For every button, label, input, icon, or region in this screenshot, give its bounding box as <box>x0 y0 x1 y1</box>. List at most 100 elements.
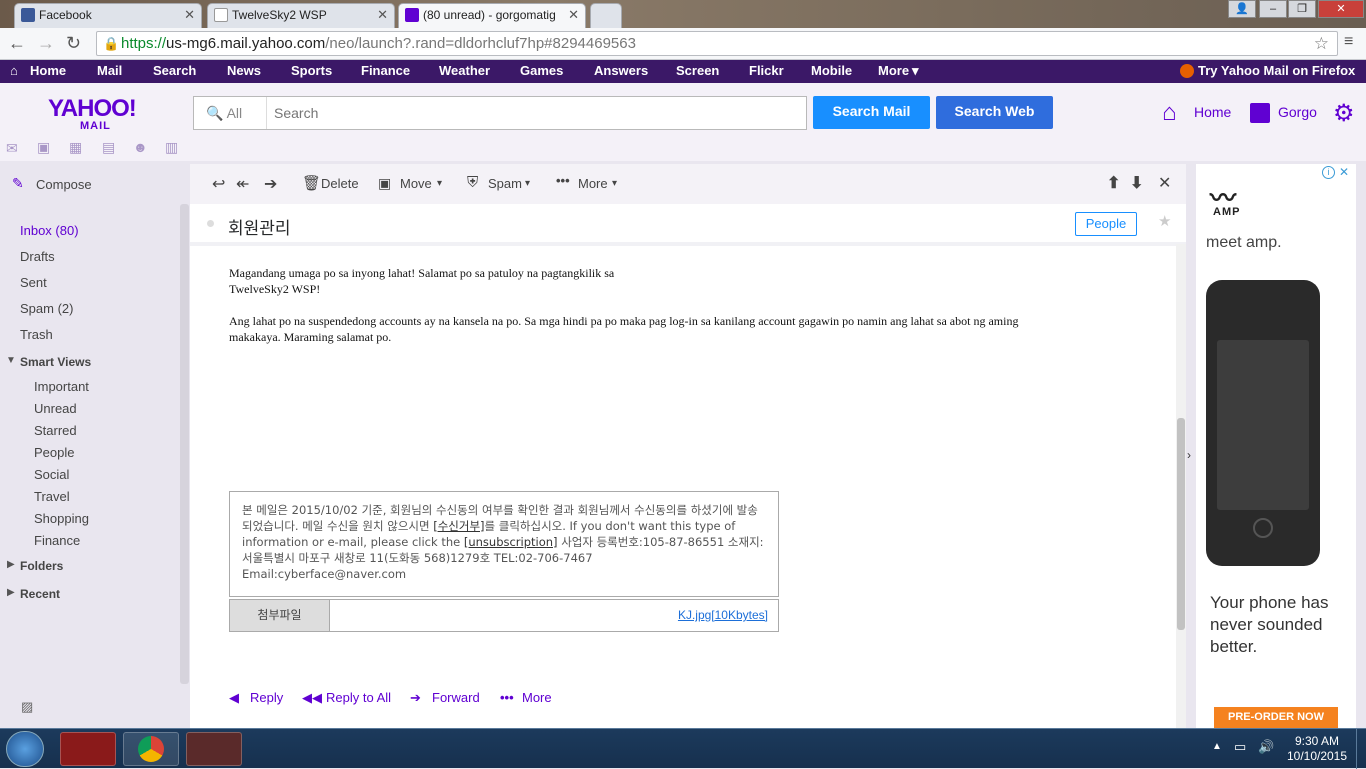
search-mail-button[interactable]: Search Mail <box>813 96 930 129</box>
sidebar-item-people[interactable]: People <box>34 445 74 460</box>
delete-button[interactable]: Delete <box>321 176 359 191</box>
close-window-button[interactable]: ✕ <box>1318 0 1364 18</box>
forward-icon[interactable]: → <box>37 33 55 54</box>
attachment-link[interactable]: KJ.jpg[10Kbytes] <box>678 608 768 622</box>
sidebar-item-shopping[interactable]: Shopping <box>34 511 89 526</box>
reply-all-button[interactable]: Reply to All <box>326 690 391 705</box>
sidebar-item-trash[interactable]: Trash <box>20 327 53 342</box>
spam-button[interactable]: Spam <box>488 176 522 191</box>
forward-icon[interactable]: ➔ <box>264 174 277 194</box>
move-button[interactable]: Move <box>400 176 432 191</box>
reply-icon[interactable]: ↩ <box>212 174 225 194</box>
contacts-app-icon[interactable]: ▣ <box>37 139 50 156</box>
notepad-app-icon[interactable]: ▤ <box>102 139 115 156</box>
back-icon[interactable]: ← <box>8 33 26 54</box>
minimize-button[interactable]: – <box>1259 0 1287 18</box>
arrow-down-icon[interactable]: ⬇ <box>1130 173 1143 193</box>
sidebar-item-sent[interactable]: Sent <box>20 275 47 290</box>
nav-sports[interactable]: Sports <box>291 63 332 78</box>
search-scope[interactable]: 🔍 All <box>206 105 242 122</box>
clock[interactable]: 9:30 AM 10/10/2015 <box>1284 734 1350 764</box>
search-web-button[interactable]: Search Web <box>936 96 1053 129</box>
nav-news[interactable]: News <box>227 63 261 78</box>
ad-panel[interactable]: i ✕ 〰 AMP meet amp. Your phone has never… <box>1196 164 1356 728</box>
nav-mail[interactable]: Mail <box>97 63 122 78</box>
pre-order-button[interactable]: PRE-ORDER NOW <box>1214 707 1338 728</box>
tray-arrow-icon[interactable]: ▲ <box>1212 741 1222 752</box>
reply-button[interactable]: Reply <box>250 690 283 705</box>
folders-header[interactable]: Folders <box>20 559 63 573</box>
newsfeed-app-icon[interactable]: ▥ <box>165 139 178 156</box>
nav-flickr[interactable]: Flickr <box>749 63 784 78</box>
tab-twelvesky[interactable]: TwelveSky2 WSP ✕ <box>207 3 395 28</box>
sidebar-item-starred[interactable]: Starred <box>34 423 77 438</box>
close-icon[interactable]: ✕ <box>1158 173 1171 193</box>
url-input[interactable]: 🔒 https://us-mg6.mail.yahoo.com/neo/laun… <box>96 31 1338 56</box>
chevron-right-icon[interactable]: › <box>1187 448 1191 462</box>
unsubscribe-link-ko[interactable]: [수신거부] <box>433 519 484 533</box>
search-input[interactable] <box>274 103 794 123</box>
reply-all-icon[interactable]: ↞ <box>236 174 249 194</box>
tab-yahoo-mail[interactable]: (80 unread) - gorgomatig ✕ <box>398 3 586 28</box>
compose-button[interactable]: Compose <box>36 177 92 192</box>
forward-button[interactable]: Forward <box>432 690 480 705</box>
mail-app-icon[interactable]: ✉ <box>6 140 18 157</box>
sidebar-item-spam[interactable]: Spam (2) <box>20 301 73 316</box>
nav-home[interactable]: Home <box>30 63 66 78</box>
sidebar-item-travel[interactable]: Travel <box>34 489 70 504</box>
image-icon[interactable]: ▨ <box>21 699 33 715</box>
nav-mobile[interactable]: Mobile <box>811 63 852 78</box>
more-button[interactable]: More <box>578 176 608 191</box>
nav-games[interactable]: Games <box>520 63 563 78</box>
chevron-down-icon[interactable]: ▼ <box>6 355 16 366</box>
avatar[interactable] <box>1250 103 1270 123</box>
sidebar-scrollbar[interactable] <box>180 204 189 684</box>
reload-icon[interactable]: ↻ <box>66 33 81 54</box>
home-link[interactable]: Home <box>1194 104 1231 120</box>
sidebar-item-important[interactable]: Important <box>34 379 89 394</box>
arrow-up-icon[interactable]: ⬆ <box>1107 173 1120 193</box>
close-icon[interactable]: ✕ <box>377 4 388 26</box>
show-desktop-button[interactable] <box>1356 729 1366 769</box>
nav-more[interactable]: More <box>878 63 909 78</box>
gear-icon[interactable]: ⚙ <box>1333 99 1355 128</box>
volume-icon[interactable]: 🔊 <box>1258 739 1274 755</box>
close-icon[interactable]: ✕ <box>184 4 195 26</box>
nav-screen[interactable]: Screen <box>676 63 719 78</box>
nav-answers[interactable]: Answers <box>594 63 648 78</box>
network-icon[interactable]: ▭ <box>1234 739 1246 755</box>
maximize-button[interactable]: ❐ <box>1288 0 1316 18</box>
more-actions-button[interactable]: More <box>522 690 552 705</box>
new-tab-button[interactable] <box>590 3 622 28</box>
sidebar-item-social[interactable]: Social <box>34 467 69 482</box>
chrome-icon[interactable] <box>123 732 179 766</box>
wtf-app-icon[interactable] <box>60 732 116 766</box>
star-icon[interactable]: ★ <box>1158 212 1171 230</box>
calendar-app-icon[interactable]: ▦ <box>69 139 82 156</box>
yahoo-mail-logo[interactable]: YAHOO! MAIL <box>48 95 137 132</box>
start-button[interactable] <box>6 731 44 767</box>
chevron-right-icon[interactable]: ▶ <box>7 587 15 598</box>
unsubscribe-link-en[interactable]: [unsubscription] <box>464 535 558 549</box>
game-app-icon[interactable] <box>186 732 242 766</box>
smart-views-header[interactable]: Smart Views <box>20 355 91 369</box>
star-bookmark-icon[interactable]: ☆ <box>1314 32 1329 55</box>
read-dot-icon[interactable] <box>207 220 214 227</box>
chevron-right-icon[interactable]: ▶ <box>7 559 15 570</box>
sidebar-item-drafts[interactable]: Drafts <box>20 249 55 264</box>
tab-facebook[interactable]: Facebook ✕ <box>14 3 202 28</box>
messenger-app-icon[interactable]: ☻ <box>133 139 148 155</box>
user-icon[interactable]: 👤 <box>1228 0 1256 18</box>
sidebar-item-inbox[interactable]: Inbox (80) <box>20 223 79 238</box>
scrollbar-thumb[interactable] <box>1177 418 1185 630</box>
sidebar-item-unread[interactable]: Unread <box>34 401 77 416</box>
sidebar-item-finance[interactable]: Finance <box>34 533 80 548</box>
close-icon[interactable]: ✕ <box>1339 165 1349 179</box>
nav-weather[interactable]: Weather <box>439 63 490 78</box>
recent-header[interactable]: Recent <box>20 587 60 601</box>
nav-finance[interactable]: Finance <box>361 63 410 78</box>
close-icon[interactable]: ✕ <box>568 4 579 26</box>
home-icon[interactable]: ⌂ <box>1162 99 1177 127</box>
info-icon[interactable]: i <box>1322 166 1335 179</box>
user-name[interactable]: Gorgo <box>1278 104 1317 120</box>
